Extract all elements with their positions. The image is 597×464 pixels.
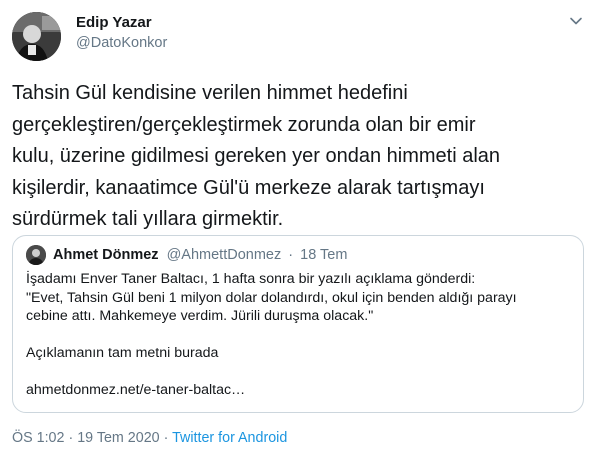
author-avatar[interactable] (12, 12, 61, 61)
quoted-author-avatar[interactable] (26, 245, 46, 265)
quoted-author-handle[interactable]: @AhmettDonmez (167, 247, 282, 263)
chevron-down-icon[interactable] (569, 14, 583, 28)
tweet-meta: ÖS 1:02 · 19 Tem 2020 · Twitter for Andr… (12, 430, 287, 446)
tweet-source-link[interactable]: Twitter for Android (172, 430, 287, 446)
quoted-text: İşadamı Enver Taner Baltacı, 1 hafta son… (26, 271, 517, 398)
profile-photo-icon (26, 245, 46, 265)
separator-dot: · (288, 247, 294, 263)
author-handle[interactable]: @DatoKonkor (76, 35, 167, 51)
tweet-time[interactable]: ÖS 1:02 (12, 430, 64, 446)
separator-dot: · (68, 430, 74, 446)
author-name[interactable]: Edip Yazar (76, 14, 152, 31)
tweet-date[interactable]: 19 Tem 2020 (77, 430, 159, 446)
quoted-date[interactable]: 18 Tem (300, 247, 347, 263)
profile-photo-icon (12, 12, 61, 61)
quoted-tweet[interactable]: Ahmet Dönmez @AhmettDonmez · 18 Tem İşad… (12, 235, 584, 413)
separator-dot: · (163, 430, 169, 446)
quoted-author-name[interactable]: Ahmet Dönmez (53, 247, 159, 263)
tweet-text: Tahsin Gül kendisine verilen himmet hede… (12, 82, 501, 230)
quoted-header: Ahmet Dönmez @AhmettDonmez · 18 Tem (53, 247, 347, 263)
